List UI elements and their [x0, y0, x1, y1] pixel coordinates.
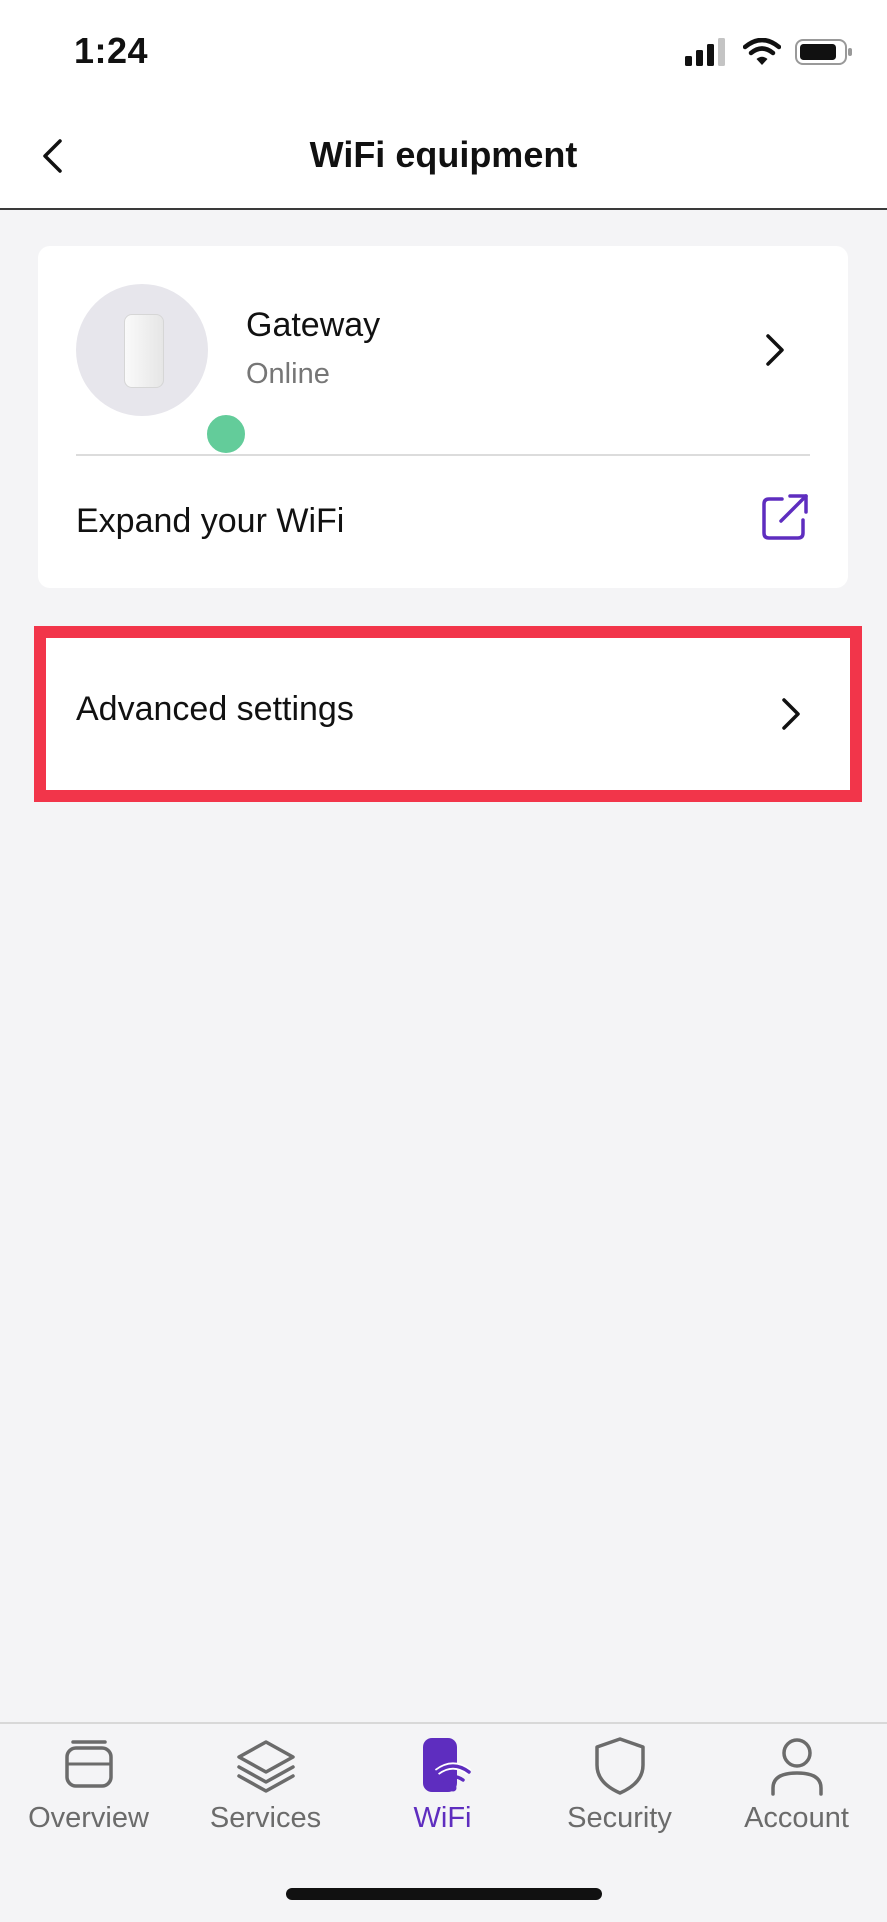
- status-icons: [685, 38, 853, 66]
- tab-label: Overview: [28, 1802, 149, 1834]
- tab-overview[interactable]: Overview: [0, 1724, 177, 1844]
- gateway-name: Gateway: [246, 306, 381, 344]
- battery-icon: [795, 39, 852, 65]
- layers-icon: [234, 1734, 298, 1798]
- tab-security[interactable]: Security: [531, 1724, 708, 1844]
- tab-wifi[interactable]: WiFi: [354, 1724, 531, 1844]
- wifi-device-icon: [411, 1734, 475, 1798]
- expand-wifi-label: Expand your WiFi: [76, 502, 345, 540]
- tab-label: Security: [567, 1802, 672, 1834]
- home-indicator: [286, 1888, 602, 1900]
- tab-account[interactable]: Account: [708, 1724, 885, 1844]
- tab-label: WiFi: [413, 1802, 472, 1834]
- nav-header: WiFi equipment: [0, 110, 887, 210]
- page-title: WiFi equipment: [309, 134, 578, 175]
- external-link-icon: [762, 494, 808, 540]
- overview-icon: [57, 1734, 121, 1798]
- advanced-settings-row[interactable]: Advanced settings: [46, 638, 850, 790]
- gateway-status: Online: [246, 358, 330, 390]
- advanced-settings-label: Advanced settings: [76, 690, 354, 728]
- tab-label: Account: [744, 1802, 849, 1834]
- gateway-row[interactable]: Gateway Online: [38, 246, 848, 456]
- wifi-signal-icon: [743, 38, 781, 65]
- expand-wifi-row[interactable]: Expand your WiFi: [38, 456, 848, 588]
- tab-services[interactable]: Services: [177, 1724, 354, 1844]
- equipment-card: Gateway Online Expand your WiFi: [38, 246, 848, 588]
- online-status-dot: [204, 412, 248, 456]
- chevron-right-icon: [776, 694, 806, 734]
- advanced-settings-highlight: Advanced settings: [34, 626, 862, 802]
- status-time: 1:24: [74, 30, 149, 71]
- tab-label: Services: [209, 1802, 322, 1834]
- status-bar: 1:24: [0, 0, 887, 110]
- chevron-right-icon: [760, 330, 790, 370]
- shield-icon: [588, 1734, 652, 1798]
- gateway-device-image: [124, 314, 164, 388]
- person-icon: [765, 1734, 829, 1798]
- cellular-signal-icon: [685, 38, 725, 66]
- gateway-avatar: [76, 284, 248, 456]
